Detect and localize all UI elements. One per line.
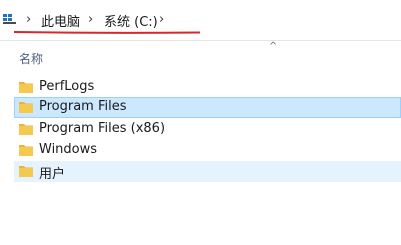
breadcrumb-system-c[interactable]: 系统 (C:) — [104, 11, 158, 30]
folder-icon — [19, 82, 33, 93]
divider — [0, 40, 401, 41]
column-header-name[interactable]: 名称 — [19, 50, 43, 67]
folder-icon — [19, 124, 33, 135]
list-item[interactable]: 用户 — [14, 161, 401, 182]
file-name: Program Files — [39, 99, 127, 114]
folder-icon — [19, 145, 33, 156]
file-name: Windows — [39, 142, 98, 157]
breadcrumb-this-pc[interactable]: 此电脑 — [41, 11, 80, 30]
chevron-right-icon[interactable]: › — [26, 12, 31, 27]
folder-icon — [19, 102, 33, 113]
this-pc-icon — [3, 14, 16, 24]
list-item[interactable]: Windows — [14, 140, 401, 161]
list-item[interactable]: Program Files — [14, 97, 401, 118]
list-item[interactable]: PerfLogs — [14, 77, 401, 98]
chevron-right-icon[interactable]: › — [159, 12, 164, 27]
sort-up-icon: ^ — [269, 41, 278, 52]
folder-icon — [19, 166, 33, 177]
file-name: Program Files (x86) — [39, 121, 166, 136]
list-item[interactable]: Program Files (x86) — [14, 119, 401, 140]
file-name: 用户 — [39, 167, 66, 182]
annotation-underline — [14, 31, 200, 34]
chevron-right-icon[interactable]: › — [88, 12, 93, 27]
address-bar[interactable]: › 此电脑 › 系统 (C:) › — [0, 0, 401, 38]
file-name: PerfLogs — [39, 79, 95, 94]
